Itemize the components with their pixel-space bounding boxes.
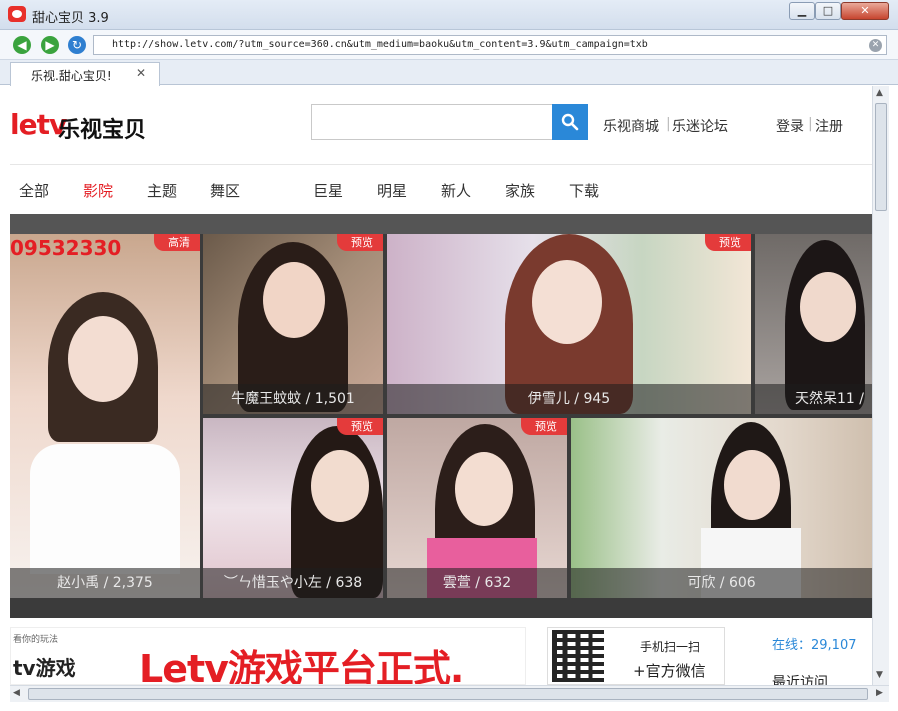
category-menu: 全部 影院 主题 舞区 巨星 明星 新人 家族 下载 (10, 164, 872, 214)
search-icon (561, 113, 579, 131)
stream-caption: 雲萱 / 632 (387, 568, 567, 598)
logo-text: 乐视宝贝 (58, 118, 147, 143)
tab-bar: 乐视.甜心宝贝! ✕ (0, 60, 898, 86)
forward-arrow-icon[interactable]: ▶ (41, 36, 59, 54)
menu-item-star[interactable]: 明星 (377, 180, 407, 201)
status-badge: 预览 (521, 418, 567, 435)
minimize-button[interactable]: ▁ (789, 2, 815, 20)
stream-caption: 可欣 / 606 (571, 568, 872, 598)
face-shape (263, 262, 325, 338)
stream-card[interactable]: 预览 牛魔王蚊蚊 / 1,501 (203, 234, 383, 414)
stream-caption: ︶ㄣ惜玉や小左 / 638 (203, 568, 383, 598)
close-button[interactable]: ✕ (841, 2, 889, 20)
maximize-button[interactable]: □ (815, 2, 841, 20)
face-shape (68, 316, 138, 402)
vertical-scrollbar[interactable]: ▲ ▼ (872, 86, 889, 685)
status-badge: 预览 (337, 234, 383, 251)
window-title: 甜心宝贝 3.9 (32, 11, 109, 26)
app-logo-icon (8, 6, 26, 22)
face-shape (311, 450, 369, 522)
stream-card[interactable]: 09532330 高清 赵小禹 / 2,375 (10, 234, 200, 598)
divider: | (808, 116, 813, 132)
menu-item-all[interactable]: 全部 (19, 180, 49, 201)
tab-close-icon[interactable]: ✕ (136, 66, 146, 80)
stream-caption: 牛魔王蚊蚊 / 1,501 (203, 384, 383, 414)
online-count: 在线：29,107 (772, 638, 857, 653)
face-shape (800, 272, 856, 342)
menu-item-theme[interactable]: 主题 (147, 180, 177, 201)
menu-item-download[interactable]: 下载 (569, 180, 599, 201)
qr-code-icon (552, 630, 604, 682)
menu-item-cinema[interactable]: 影院 (83, 180, 113, 201)
tab-letv[interactable]: 乐视.甜心宝贝! ✕ (10, 62, 160, 86)
link-forum[interactable]: 乐迷论坛 (672, 116, 728, 136)
title-bar: 甜心宝贝 3.9 ▁ □ ✕ (0, 0, 898, 30)
scroll-right-icon[interactable]: ▶ (876, 688, 883, 698)
status-badge: 预览 (705, 234, 751, 251)
scroll-left-icon[interactable]: ◀ (13, 688, 20, 698)
menu-item-family[interactable]: 家族 (505, 180, 535, 201)
face-shape (724, 450, 780, 520)
search-button[interactable] (552, 104, 588, 140)
divider: | (666, 116, 671, 132)
menu-item-superstar[interactable]: 巨星 (313, 180, 343, 201)
address-bar[interactable]: http://show.letv.com/?utm_source=360.cn&… (93, 35, 887, 55)
status-badge: 预览 (337, 418, 383, 435)
clear-url-icon[interactable]: ✕ (869, 39, 882, 52)
stream-card[interactable]: 预览 伊雪儿 / 945 (387, 234, 751, 414)
banner-game-text: tv游戏 (13, 656, 76, 680)
stream-gallery: 09532330 高清 赵小禹 / 2,375 预览 牛魔王蚊蚊 / 1,501… (10, 214, 872, 618)
scroll-down-icon[interactable]: ▼ (876, 670, 883, 680)
vertical-scroll-thumb[interactable] (875, 103, 887, 211)
recent-visits-heading: 最近访问 (772, 675, 828, 685)
qr-text-wechat: +官方微信 (633, 662, 706, 680)
search-input[interactable] (311, 104, 553, 140)
stream-card[interactable]: 可欣 / 606 (571, 418, 872, 598)
stream-caption: 赵小禹 / 2,375 (10, 568, 200, 598)
navigation-bar: ◀ ▶ ↻ http://show.letv.com/?utm_source=3… (0, 30, 898, 60)
stream-card[interactable]: 预览 ︶ㄣ惜玉や小左 / 638 (203, 418, 383, 598)
back-arrow-icon[interactable]: ◀ (13, 36, 31, 54)
stream-card[interactable]: 天然呆11 / (755, 234, 872, 414)
url-text: http://show.letv.com/?utm_source=360.cn&… (112, 39, 648, 50)
page-viewport: letv 乐视宝贝 乐视商城 | 乐迷论坛 登录 | 注册 全部 影院 主题 舞… (10, 86, 872, 685)
dress-shape (30, 444, 180, 574)
refresh-icon[interactable]: ↻ (68, 36, 86, 54)
face-shape (532, 260, 602, 344)
horizontal-scrollbar[interactable]: ◀ ▶ (10, 685, 889, 702)
tab-label: 乐视.甜心宝贝! (31, 69, 112, 83)
status-badge: 高清 (154, 234, 200, 251)
link-mall[interactable]: 乐视商城 (603, 116, 659, 136)
stream-caption: 伊雪儿 / 945 (387, 384, 751, 414)
ad-banner[interactable]: 看你的玩法 tv游戏 Letv游戏平台正式. (10, 627, 526, 685)
stream-card[interactable]: 预览 雲萱 / 632 (387, 418, 567, 598)
scroll-up-icon[interactable]: ▲ (876, 88, 883, 98)
qr-text-scan: 手机扫一扫 (640, 640, 701, 654)
menu-item-dance[interactable]: 舞区 (210, 180, 240, 201)
room-number: 09532330 (10, 236, 122, 260)
face-shape (455, 452, 513, 526)
horizontal-scroll-thumb[interactable] (28, 688, 868, 700)
banner-small-text: 看你的玩法 (13, 635, 59, 645)
qr-promo[interactable]: 手机扫一扫 +官方微信 (547, 627, 725, 685)
gallery-top-band (10, 214, 872, 234)
register-link[interactable]: 注册 (815, 116, 843, 136)
stream-caption: 天然呆11 / (755, 384, 872, 414)
banner-headline: Letv游戏平台正式. (139, 647, 464, 685)
menu-item-newcomer[interactable]: 新人 (441, 180, 471, 201)
login-link[interactable]: 登录 (776, 116, 804, 136)
